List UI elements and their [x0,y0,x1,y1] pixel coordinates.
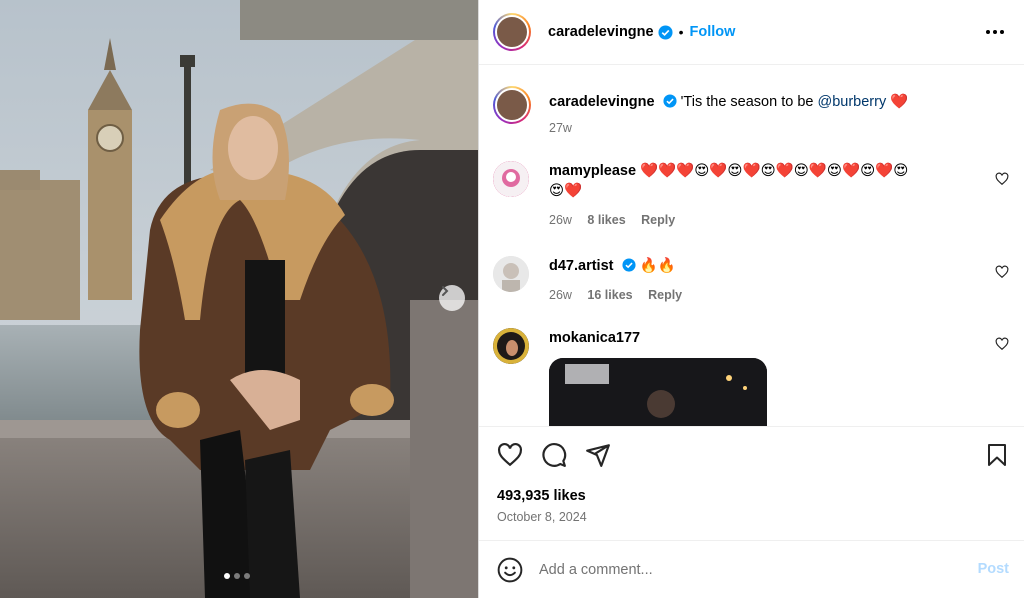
likes-count[interactable]: 493,935 likes [497,488,586,504]
post-actions: 493,935 likes October 8, 2024 [479,426,1024,540]
reply-button[interactable]: Reply [648,288,682,302]
save-bookmark-icon[interactable] [985,442,1009,468]
author-avatar[interactable] [493,13,531,51]
caption-age[interactable]: 27w [549,121,572,135]
comment-row: mokanica177 [493,328,1013,426]
caption: caradelevingne 'Tis the season to be @bu… [493,86,1013,138]
like-heart-icon[interactable] [497,442,523,468]
more-options-icon[interactable] [985,22,1005,42]
caption-emoji: ❤️ [890,94,909,110]
carousel-dot [234,573,240,579]
comment-composer: Post [479,540,1024,598]
comment-row: mamyplease ❤️❤️❤️😍❤️😍❤️😍❤️😍❤️😍❤️😍❤️😍 😍❤️… [493,161,1013,230]
follow-button[interactable]: Follow [689,24,735,40]
post-side-panel: caradelevingne • Follow caradelevingne '… [478,0,1024,598]
post-date[interactable]: October 8, 2024 [497,510,587,524]
comments-list[interactable]: caradelevingne 'Tis the season to be @bu… [479,66,1024,426]
like-comment-heart-icon[interactable] [995,337,1009,351]
verified-badge-icon [658,24,673,40]
commenter-username[interactable]: mamyplease [549,163,636,179]
caption-text: 'Tis the season to be [680,94,818,110]
comment-row: d47.artist 🔥🔥 26w 16 likes Reply [493,256,1013,305]
like-comment-heart-icon[interactable] [995,265,1009,279]
post-header: caradelevingne • Follow [479,0,1024,65]
comment-age[interactable]: 26w [549,288,572,302]
verified-badge-icon [663,94,677,108]
comment-text-continued: 😍❤️ [549,183,583,199]
commenter-username[interactable]: mokanica177 [549,330,640,346]
author-username[interactable]: caradelevingne [548,24,654,40]
share-icon[interactable] [585,442,611,468]
verified-badge-icon [621,258,636,272]
commenter-avatar[interactable] [493,256,529,292]
comment-likes[interactable]: 8 likes [587,213,625,227]
reply-button[interactable]: Reply [641,213,675,227]
comment-text: 🔥🔥 [639,258,676,274]
carousel-dot [244,573,250,579]
chevron-right-icon [442,286,449,296]
like-comment-heart-icon[interactable] [995,172,1009,186]
carousel-next-button[interactable] [439,285,465,311]
comment-gif[interactable] [549,358,767,426]
post-photo[interactable] [0,0,478,598]
header-separator: • [678,24,684,40]
comment-input[interactable] [539,561,939,578]
comment-age[interactable]: 26w [549,213,572,227]
emoji-icon[interactable] [497,557,523,583]
caption-author[interactable]: caradelevingne [549,94,655,110]
caption-mention[interactable]: @burberry [817,94,886,110]
photo-illustration [0,0,478,598]
comment-likes[interactable]: 16 likes [587,288,632,302]
commenter-username[interactable]: d47.artist [549,258,613,274]
comment-text: ❤️❤️❤️😍❤️😍❤️😍❤️😍❤️😍❤️😍❤️😍 [640,163,909,179]
post-comment-button[interactable]: Post [978,561,1009,577]
commenter-avatar[interactable] [493,328,529,364]
comment-icon[interactable] [541,442,567,468]
commenter-avatar[interactable] [493,161,529,197]
carousel-dot [224,573,230,579]
carousel-dots [224,573,250,579]
author-avatar[interactable] [493,86,531,124]
